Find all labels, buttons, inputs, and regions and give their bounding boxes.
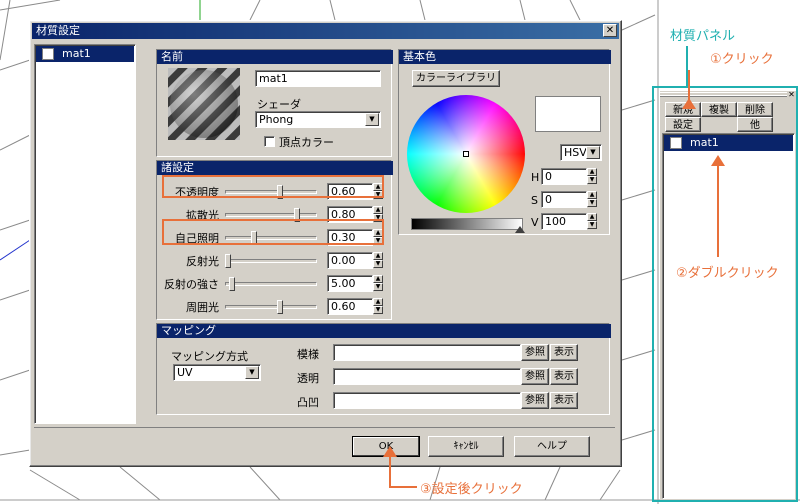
setting-slider-thumb[interactable] (277, 300, 283, 314)
mapping-browse-button[interactable]: 参照 (521, 392, 549, 409)
self-illumination-highlight (162, 219, 384, 245)
material-list-item[interactable]: mat1 (36, 46, 134, 62)
click1-callout: ①クリック (710, 52, 774, 67)
mapping-group: マッピング マッピング方式 UV ▼ 模様 参照 表示 透明 参照 表示 凸凹 参照 表示 (156, 323, 611, 415)
dialog-titlebar[interactable]: 材質設定 ✕ (32, 23, 619, 39)
material-panel-callout: 材質パネル (670, 29, 736, 44)
material-settings-dialog: 材質設定 ✕ mat1 名前 mat1 シェーダ Phong ▼ 頂点カラー 基… (29, 20, 622, 467)
setting-slider[interactable] (225, 254, 317, 268)
opacity-highlight (162, 175, 384, 198)
setting-value-input[interactable]: 0.60 (327, 298, 373, 315)
color-mode-select[interactable]: HSV ▼ (560, 144, 602, 161)
shader-label: シェーダ (257, 98, 301, 111)
mapping-texture-input[interactable] (333, 392, 521, 409)
s-input[interactable]: 0 (541, 191, 587, 208)
mapping-row-label: 透明 (297, 372, 319, 385)
material-preview-sphere (168, 68, 240, 140)
mapping-group-header: マッピング (157, 324, 611, 338)
brightness-marker-icon[interactable] (515, 226, 525, 233)
s-spinner[interactable]: ▲ ▼ (587, 191, 597, 208)
mapping-show-button[interactable]: 表示 (550, 368, 578, 385)
after-click3-callout: ③設定後クリック (420, 482, 523, 497)
dialog-title: 材質設定 (36, 24, 80, 37)
mapping-row-label: 凸凹 (297, 396, 319, 409)
vertex-color-checkbox[interactable] (264, 136, 275, 147)
v-spinner[interactable]: ▲ ▼ (587, 213, 597, 230)
setting-slider-thumb[interactable] (225, 254, 231, 268)
chevron-down-icon: ▼ (586, 146, 600, 159)
color-wheel-cursor[interactable] (463, 151, 469, 157)
setting-slider[interactable] (225, 277, 317, 291)
setting-slider[interactable] (225, 300, 317, 314)
setting-value-input[interactable]: 0.00 (327, 252, 373, 269)
setting-spinner[interactable]: ▲ ▼ (373, 298, 383, 315)
mapping-texture-input[interactable] (333, 368, 521, 385)
mapping-show-button[interactable]: 表示 (550, 344, 578, 361)
basic-color-group-header: 基本色 (399, 50, 611, 64)
v-input[interactable]: 100 (541, 213, 587, 230)
setting-label: 反射光 (186, 255, 219, 268)
setting-slider-thumb[interactable] (229, 277, 235, 291)
setting-label: 反射の強さ (164, 278, 219, 291)
basic-color-group: 基本色 カラーライブラリ HSV ▼ H 0 ▲ ▼ S 0 ▲ ▼ V 100 ▲… (398, 49, 611, 235)
material-list[interactable]: mat1 (34, 44, 136, 424)
setting-spinner[interactable]: ▲ ▼ (373, 252, 383, 269)
name-group: 名前 mat1 シェーダ Phong ▼ 頂点カラー (156, 49, 393, 157)
chevron-down-icon: ▼ (245, 366, 259, 379)
h-input[interactable]: 0 (541, 168, 587, 185)
color-preview-swatch (535, 96, 601, 132)
setting-value-input[interactable]: 5.00 (327, 275, 373, 292)
chevron-down-icon: ▼ (365, 113, 379, 126)
after-click3-arrow-horizontal (389, 486, 417, 488)
mapping-method-select[interactable]: UV ▼ (173, 364, 261, 381)
material-name-input[interactable]: mat1 (255, 70, 381, 87)
h-spinner[interactable]: ▲ ▼ (587, 168, 597, 185)
material-panel-outline (652, 86, 798, 502)
mapping-show-button[interactable]: 表示 (550, 392, 578, 409)
click1-arrow-icon (682, 98, 696, 109)
color-library-button[interactable]: カラーライブラリ (412, 70, 500, 87)
shader-select[interactable]: Phong ▼ (255, 111, 381, 128)
material-visible-checkbox[interactable] (42, 48, 54, 60)
after-click3-arrow-icon (383, 446, 397, 457)
mapping-method-label: マッピング方式 (171, 350, 248, 363)
s-label: S (531, 194, 538, 207)
v-label: V (531, 216, 539, 229)
mapping-texture-input[interactable] (333, 344, 521, 361)
close-icon[interactable]: ✕ (603, 24, 617, 37)
name-group-header: 名前 (157, 50, 393, 64)
settings-group-header: 諸設定 (157, 161, 393, 175)
double-click2-callout: ②ダブルクリック (676, 266, 779, 281)
brightness-gradient-bar[interactable] (411, 218, 523, 230)
mapping-browse-button[interactable]: 参照 (521, 344, 549, 361)
dialog-footer: OK ｷｬﾝｾﾙ ヘルプ (34, 427, 615, 464)
mapping-browse-button[interactable]: 参照 (521, 368, 549, 385)
vertex-color-label: 頂点カラー (279, 136, 334, 149)
double-click2-arrow-icon (711, 155, 725, 166)
help-button[interactable]: ヘルプ (514, 436, 590, 457)
material-list-item-label: mat1 (62, 47, 91, 60)
cancel-button[interactable]: ｷｬﾝｾﾙ (428, 436, 504, 457)
setting-spinner[interactable]: ▲ ▼ (373, 275, 383, 292)
after-click3-arrow-vertical (389, 455, 391, 487)
double-click2-arrow-line (717, 165, 719, 257)
setting-label: 周囲光 (186, 301, 219, 314)
h-label: H (531, 171, 540, 184)
mapping-row-label: 模様 (297, 348, 319, 361)
